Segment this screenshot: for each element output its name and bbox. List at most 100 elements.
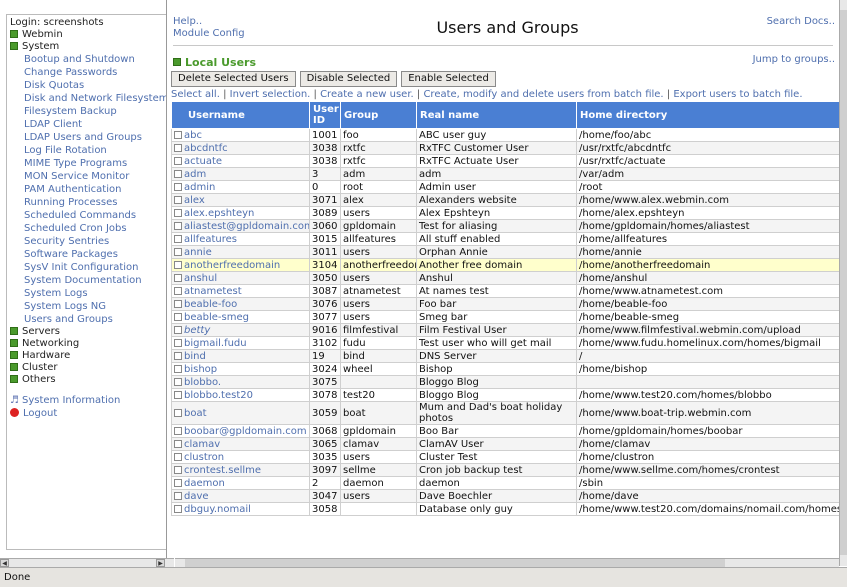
table-row[interactable]: dave3047usersDave Boechler/home/dave	[172, 490, 847, 503]
sidebar-module-item[interactable]: Running Processes	[10, 196, 164, 209]
username-link[interactable]: beable-foo	[184, 299, 237, 310]
table-row[interactable]: boat3059boatMum and Dad's boat holiday p…	[172, 402, 847, 425]
table-row[interactable]: clustron3035usersCluster Test/home/clust…	[172, 451, 847, 464]
header-group[interactable]: Group	[341, 102, 417, 129]
username-link[interactable]: abcdntfc	[184, 143, 228, 154]
username-cell[interactable]: allfeatures	[172, 233, 310, 246]
table-row[interactable]: beable-foo3076usersFoo bar/home/beable-f…	[172, 298, 847, 311]
row-checkbox[interactable]	[174, 157, 182, 165]
export-batch-link[interactable]: Export users to batch file.	[673, 89, 802, 100]
row-checkbox[interactable]	[174, 352, 182, 360]
row-checkbox[interactable]	[174, 313, 182, 321]
vertical-scrollbar[interactable]	[839, 0, 847, 566]
header-home-directory[interactable]: Home directory	[577, 102, 847, 129]
row-checkbox[interactable]	[174, 248, 182, 256]
table-row[interactable]: abc1001fooABC user guy/home/foo/abc	[172, 129, 847, 142]
username-cell[interactable]: anshul	[172, 272, 310, 285]
username-cell[interactable]: abcdntfc	[172, 142, 310, 155]
username-link[interactable]: alex	[184, 195, 205, 206]
table-row[interactable]: allfeatures3015allfeaturesAll stuff enab…	[172, 233, 847, 246]
username-link[interactable]: adm	[184, 169, 206, 180]
username-cell[interactable]: daemon	[172, 477, 310, 490]
row-checkbox[interactable]	[174, 427, 182, 435]
table-row[interactable]: beable-smeg3077usersSmeg bar/home/beable…	[172, 311, 847, 324]
table-row[interactable]: crontest.sellme3097sellmeCron job backup…	[172, 464, 847, 477]
username-cell[interactable]: adm	[172, 168, 310, 181]
username-cell[interactable]: bishop	[172, 363, 310, 376]
row-checkbox[interactable]	[174, 479, 182, 487]
sidebar-module-item[interactable]: System Logs	[10, 287, 164, 300]
table-row[interactable]: anshul3050usersAnshul/home/anshul	[172, 272, 847, 285]
sidebar-module-item[interactable]: Software Packages	[10, 248, 164, 261]
row-checkbox[interactable]	[174, 183, 182, 191]
username-link[interactable]: blobbo.test20	[184, 390, 253, 401]
sidebar-module-item[interactable]: Log File Rotation	[10, 144, 164, 157]
username-link[interactable]: bigmail.fudu	[184, 338, 247, 349]
sidebar-module-item[interactable]: Security Sentries	[10, 235, 164, 248]
sidebar-module-item[interactable]: MON Service Monitor	[10, 170, 164, 183]
row-checkbox[interactable]	[174, 440, 182, 448]
table-row[interactable]: actuate3038rxtfcRxTFC Actuate User/usr/r…	[172, 155, 847, 168]
sidebar-module-item[interactable]: SysV Init Configuration	[10, 261, 164, 274]
row-checkbox[interactable]	[174, 339, 182, 347]
sidebar-module-item[interactable]: Disk Quotas	[10, 79, 164, 92]
username-cell[interactable]: abc	[172, 129, 310, 142]
username-cell[interactable]: annie	[172, 246, 310, 259]
select-all-link[interactable]: Select all.	[171, 89, 220, 100]
username-link[interactable]: bishop	[184, 364, 217, 375]
horizontal-scrollbar[interactable]	[175, 558, 839, 567]
username-cell[interactable]: betty	[172, 324, 310, 337]
table-row[interactable]: admin0rootAdmin user/root	[172, 181, 847, 194]
row-checkbox[interactable]	[174, 492, 182, 500]
table-row[interactable]: adm3admadm/var/adm	[172, 168, 847, 181]
row-checkbox[interactable]	[174, 300, 182, 308]
username-link[interactable]: admin	[184, 182, 215, 193]
username-link[interactable]: boat	[184, 408, 207, 419]
sidebar-module-item[interactable]: PAM Authentication	[10, 183, 164, 196]
sidebar-module-item[interactable]: Filesystem Backup	[10, 105, 164, 118]
username-link[interactable]: daemon	[184, 478, 225, 489]
username-link[interactable]: aliastest@gpldomain.com	[184, 221, 310, 232]
category-networking[interactable]: Networking	[10, 338, 164, 350]
row-checkbox[interactable]	[174, 453, 182, 461]
username-cell[interactable]: beable-foo	[172, 298, 310, 311]
sidebar-module-item[interactable]: Users and Groups	[10, 313, 164, 326]
table-row[interactable]: blobbo.test203078test20Bloggo Blog/home/…	[172, 389, 847, 402]
table-row[interactable]: bigmail.fudu3102fuduTest user who will g…	[172, 337, 847, 350]
username-cell[interactable]: dave	[172, 490, 310, 503]
invert-selection-link[interactable]: Invert selection.	[230, 89, 311, 100]
system-information-label[interactable]: System Information	[22, 395, 120, 406]
username-cell[interactable]: alex	[172, 194, 310, 207]
jump-to-groups-link[interactable]: Jump to groups..	[753, 54, 835, 65]
sidebar-module-item[interactable]: MIME Type Programs	[10, 157, 164, 170]
table-row[interactable]: bind19bindDNS Server/	[172, 350, 847, 363]
category-system[interactable]: System	[10, 41, 164, 53]
username-link[interactable]: anotherfreedomain	[184, 260, 280, 271]
username-cell[interactable]: boobar@gpldomain.com	[172, 425, 310, 438]
row-checkbox[interactable]	[174, 365, 182, 373]
username-link[interactable]: beable-smeg	[184, 312, 249, 323]
username-cell[interactable]: crontest.sellme	[172, 464, 310, 477]
username-cell[interactable]: dbguy.nomail	[172, 503, 310, 516]
delete-selected-users-button[interactable]: Delete Selected Users	[171, 71, 296, 87]
table-row[interactable]: alex.epshteyn3089usersAlex Epshteyn/home…	[172, 207, 847, 220]
username-cell[interactable]: aliastest@gpldomain.com	[172, 220, 310, 233]
table-row[interactable]: annie3011usersOrphan Annie/home/annie	[172, 246, 847, 259]
system-information-link[interactable]: ♬System Information	[10, 394, 164, 407]
table-row[interactable]: boobar@gpldomain.com3068gpldomainBoo Bar…	[172, 425, 847, 438]
username-link[interactable]: clamav	[184, 439, 220, 450]
row-checkbox[interactable]	[174, 326, 182, 334]
username-cell[interactable]: blobbo.test20	[172, 389, 310, 402]
scroll-left-arrow-icon[interactable]: ◀	[0, 559, 9, 567]
username-cell[interactable]: boat	[172, 402, 310, 425]
row-checkbox[interactable]	[174, 378, 182, 386]
header-real-name[interactable]: Real name	[417, 102, 577, 129]
row-checkbox[interactable]	[174, 235, 182, 243]
username-link[interactable]: dave	[184, 491, 209, 502]
username-link[interactable]: annie	[184, 247, 212, 258]
sidebar-module-item[interactable]: Change Passwords	[10, 66, 164, 79]
row-checkbox[interactable]	[174, 409, 182, 417]
sidebar-module-item[interactable]: Scheduled Commands	[10, 209, 164, 222]
username-cell[interactable]: alex.epshteyn	[172, 207, 310, 220]
row-checkbox[interactable]	[174, 222, 182, 230]
